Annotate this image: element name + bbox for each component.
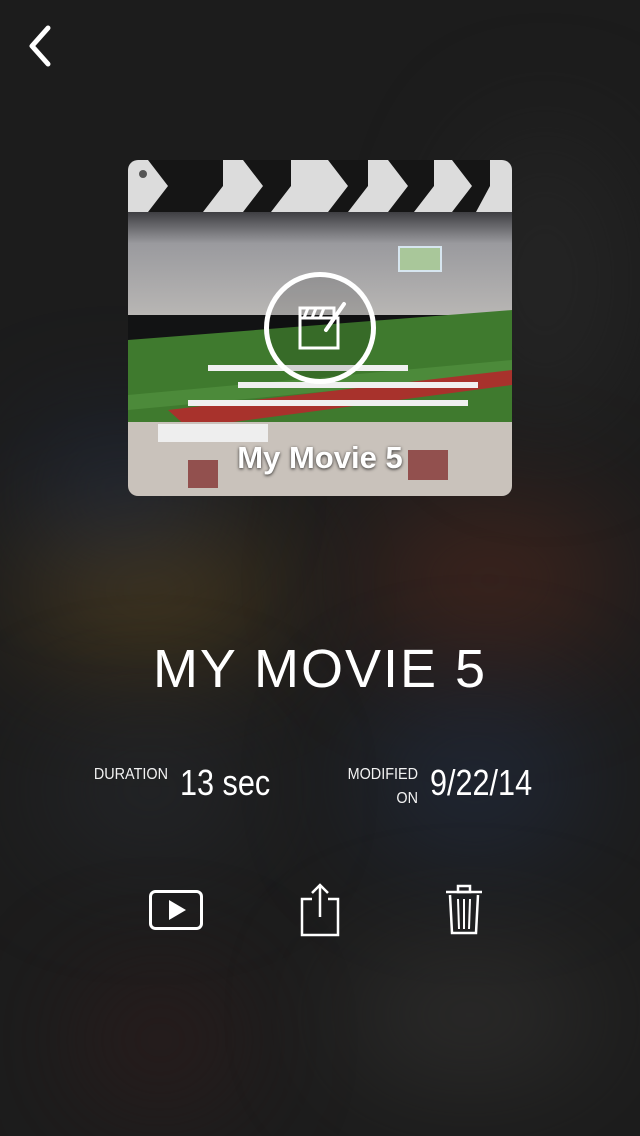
movie-thumbnail[interactable]: My Movie 5	[128, 160, 512, 496]
delete-button[interactable]	[434, 880, 494, 940]
chevron-left-icon	[29, 25, 51, 67]
modified-label-line1: MODIFIED	[347, 766, 418, 783]
share-icon	[300, 883, 340, 937]
play-icon	[149, 890, 203, 930]
clapperboard-edit-icon	[298, 302, 346, 350]
clapperboard-strip	[128, 160, 512, 212]
share-button[interactable]	[290, 880, 350, 940]
modified-value: 9/22/14	[430, 762, 533, 803]
thumbnail-title: My Movie 5	[237, 440, 403, 475]
play-button[interactable]	[146, 880, 206, 940]
duration-label: DURATION	[93, 766, 168, 783]
duration-value: 13 sec	[180, 762, 271, 803]
trash-icon	[446, 884, 482, 935]
back-button[interactable]	[18, 22, 62, 70]
modified-label-line2: ON	[396, 790, 418, 807]
edit-movie-button[interactable]	[264, 272, 376, 384]
movie-title: MY MOVIE 5	[152, 639, 488, 699]
